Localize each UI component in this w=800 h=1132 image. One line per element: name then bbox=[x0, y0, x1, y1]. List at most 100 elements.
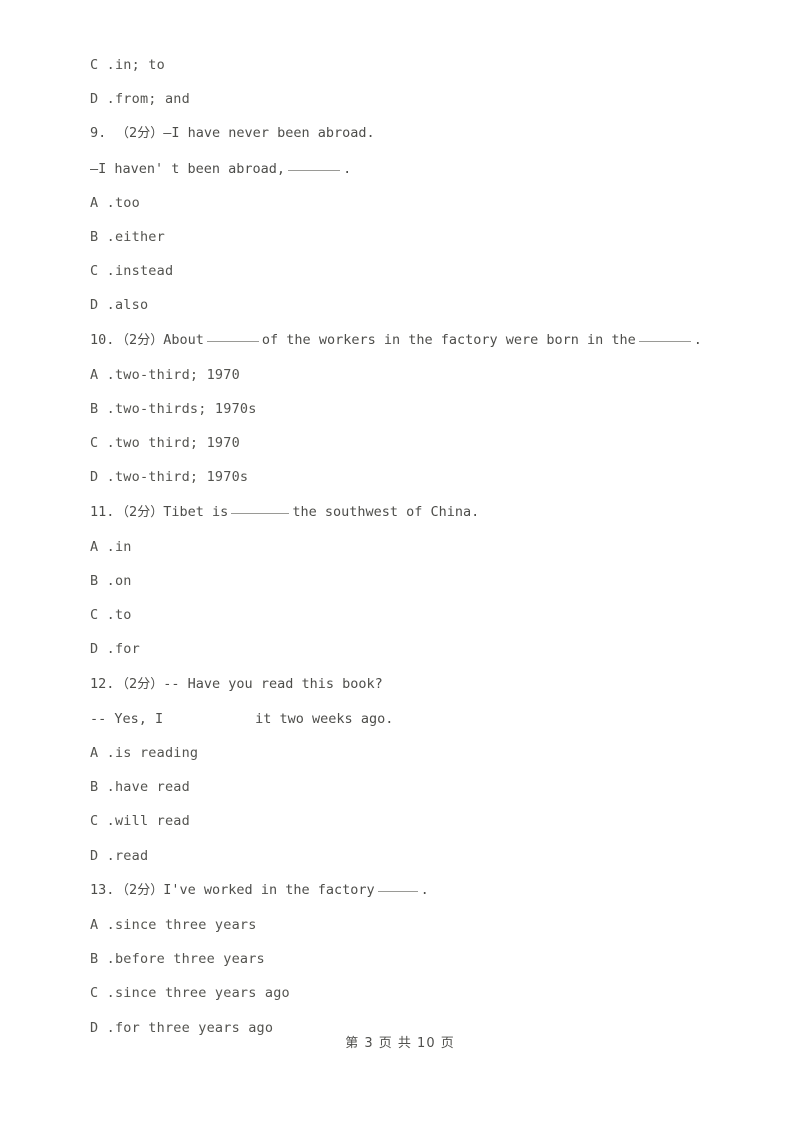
option-letter: D . bbox=[90, 91, 115, 108]
question-text-post: it two weeks ago. bbox=[255, 710, 394, 727]
question-stem-continued: —I haven' t been abroad,. bbox=[90, 152, 730, 186]
question-marks: （2分） bbox=[116, 332, 164, 348]
question-number: 10. bbox=[90, 331, 115, 348]
option-letter: D . bbox=[90, 847, 115, 864]
option-text: is reading bbox=[114, 745, 199, 762]
option-letter: B . bbox=[90, 951, 115, 968]
question-text-c: . bbox=[693, 331, 702, 348]
option-row: A .is reading bbox=[90, 736, 730, 770]
option-row: D .read bbox=[90, 839, 730, 873]
option-letter: A . bbox=[90, 538, 115, 555]
option-text: from; and bbox=[114, 91, 190, 108]
answer-blank bbox=[377, 880, 418, 892]
question-text-pre: -- Yes, I bbox=[90, 710, 164, 727]
option-text: for bbox=[114, 641, 140, 658]
answer-blank bbox=[231, 502, 290, 514]
option-row: C .in; to bbox=[90, 48, 730, 82]
option-row: D .from; and bbox=[90, 82, 730, 116]
question-number: 13. bbox=[90, 881, 115, 898]
question-number: 11. bbox=[90, 503, 115, 520]
option-text: will read bbox=[114, 813, 190, 830]
option-letter: B . bbox=[90, 229, 115, 246]
option-text: two-third; 1970 bbox=[114, 366, 240, 383]
option-text: in bbox=[114, 538, 132, 555]
question-text-a: Tibet is bbox=[163, 503, 229, 520]
option-row: B .have read bbox=[90, 770, 730, 804]
option-row: C .will read bbox=[90, 804, 730, 838]
option-letter: C . bbox=[90, 57, 115, 73]
question-text-pre: —I haven' t been abroad, bbox=[90, 160, 286, 177]
option-text: on bbox=[114, 573, 132, 590]
option-row: C .to bbox=[90, 598, 730, 632]
option-letter: B . bbox=[90, 779, 115, 796]
question-stem: 12. （2分）-- Have you read this book? bbox=[90, 667, 730, 702]
question-stem: 13. （2分）I've worked in the factory. bbox=[90, 873, 730, 908]
option-letter: C . bbox=[90, 263, 115, 280]
option-row: B .either bbox=[90, 220, 730, 254]
option-row: A .too bbox=[90, 186, 730, 220]
question-text-b: the southwest of China. bbox=[292, 503, 480, 520]
option-text: two-third; 1970s bbox=[114, 469, 249, 486]
question-text-b: of the workers in the factory were born … bbox=[261, 331, 636, 348]
option-text: before three years bbox=[114, 951, 265, 968]
option-text: instead bbox=[114, 263, 174, 280]
option-row: C .two third; 1970 bbox=[90, 426, 730, 460]
question-stem: 11. （2分）Tibet is the southwest of China. bbox=[90, 495, 730, 530]
question-text-a: I've worked in the factory bbox=[163, 881, 375, 898]
question-text-c: . bbox=[420, 881, 429, 898]
option-letter: A . bbox=[90, 366, 115, 383]
question-text-post: . bbox=[343, 160, 352, 177]
option-letter: D . bbox=[90, 469, 115, 486]
question-text-a: About bbox=[163, 331, 204, 348]
option-letter: C . bbox=[90, 813, 115, 830]
question-text: —I have never been abroad. bbox=[163, 125, 375, 142]
option-letter: B . bbox=[90, 573, 115, 590]
option-row: A .two-third; 1970 bbox=[90, 358, 730, 392]
option-letter: C . bbox=[90, 607, 115, 624]
page-footer: 第 3 页 共 10 页 bbox=[345, 1036, 455, 1051]
option-row: A .since three years bbox=[90, 908, 730, 942]
question-marks: （2分） bbox=[116, 126, 164, 142]
option-text: read bbox=[114, 847, 149, 864]
option-row: B .two-thirds; 1970s bbox=[90, 392, 730, 426]
option-text: to bbox=[114, 607, 132, 624]
answer-blank bbox=[206, 330, 259, 342]
option-text: have read bbox=[114, 779, 190, 796]
option-text: two-thirds; 1970s bbox=[114, 401, 257, 418]
option-row: A .in bbox=[90, 530, 730, 564]
answer-blank bbox=[638, 330, 691, 342]
question-marks: （2分） bbox=[116, 676, 164, 692]
option-row: D .also bbox=[90, 288, 730, 322]
option-letter: D . bbox=[90, 641, 115, 658]
option-letter: A . bbox=[90, 917, 115, 934]
option-text: also bbox=[114, 297, 149, 314]
option-row: C .instead bbox=[90, 254, 730, 288]
option-letter: A . bbox=[90, 194, 115, 211]
option-letter: B . bbox=[90, 401, 115, 418]
option-row: B .before three years bbox=[90, 942, 730, 976]
question-stem: 10. （2分）About of the workers in the factor… bbox=[90, 323, 730, 358]
option-letter: C . bbox=[90, 435, 115, 452]
question-text: -- Have you read this book? bbox=[163, 675, 383, 692]
option-letter: A . bbox=[90, 745, 115, 762]
option-text: too bbox=[114, 194, 140, 211]
option-text: since three years bbox=[114, 917, 257, 934]
option-text: two third; 1970 bbox=[114, 435, 240, 452]
exam-page: C .in; to D .from; and 9. （2分）—I have nev… bbox=[0, 0, 800, 1132]
question-marks: （2分） bbox=[116, 882, 164, 898]
option-letter: C . bbox=[90, 985, 115, 1002]
question-number: 12. bbox=[90, 675, 115, 692]
question-number: 9. bbox=[90, 125, 107, 142]
option-row: D .two-third; 1970s bbox=[90, 460, 730, 494]
answer-blank bbox=[288, 159, 341, 171]
option-text: either bbox=[114, 229, 165, 246]
option-row: B .on bbox=[90, 564, 730, 598]
option-letter: D . bbox=[90, 297, 115, 314]
option-row: C .since three years ago bbox=[90, 976, 730, 1010]
question-marks: （2分） bbox=[116, 504, 164, 520]
question-stem-continued: -- Yes, I it two weeks ago. bbox=[90, 702, 730, 736]
exam-content: C .in; to D .from; and 9. （2分）—I have nev… bbox=[90, 48, 730, 1045]
option-text: in; to bbox=[114, 57, 165, 73]
option-text: since three years ago bbox=[114, 985, 290, 1002]
question-stem: 9. （2分）—I have never been abroad. bbox=[90, 116, 730, 151]
